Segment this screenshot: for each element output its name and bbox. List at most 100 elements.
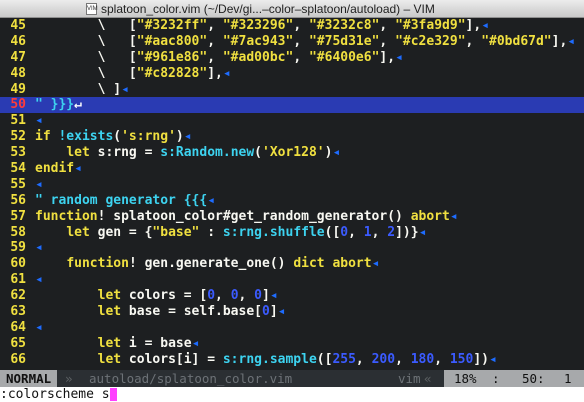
status-colon: : (492, 371, 500, 386)
line-number: 57 (10, 208, 26, 224)
code-line[interactable]: 46 \ ["#aac800", "#7ac943", "#75d31e", "… (0, 34, 584, 50)
end-of-line-marker: ◂ (35, 319, 43, 335)
end-of-line-marker: ◂ (489, 351, 497, 367)
code-line[interactable]: 61 ◂ (0, 272, 584, 288)
code-line[interactable]: 66 let colors[i] = s:rng.sample([255, 20… (0, 352, 584, 368)
line-number: 58 (10, 224, 26, 240)
line-number: 63 (10, 304, 26, 320)
code-line[interactable]: 55 ◂ (0, 177, 584, 193)
line-number: 62 (10, 288, 26, 304)
end-of-line-marker: ◂ (269, 288, 278, 304)
status-line: NORMAL » autoload/splatoon_color.vim vim… (0, 370, 584, 387)
line-code: let i = base (97, 335, 192, 351)
line-code: if !exists('s:rng') (35, 129, 184, 145)
status-separator-right: « (424, 371, 432, 386)
line-number: 56 (10, 192, 26, 208)
line-number: 49 (10, 81, 26, 97)
editor-buffer[interactable]: 45 \ ["#3232ff", "#323296", "#3232c8", "… (0, 18, 584, 370)
code-line[interactable]: 62 let colors = [0, 0, 0]◂ (0, 288, 584, 304)
end-of-line-marker: ◂ (183, 129, 192, 145)
line-code: let base = self.base[0] (97, 304, 278, 320)
command-text: :colorscheme s (0, 387, 110, 402)
end-of-line-marker: ◂ (567, 33, 576, 49)
end-of-line-marker: ◂ (332, 145, 341, 161)
status-filename: autoload/splatoon_color.vim (89, 371, 293, 386)
line-number: 50 (10, 97, 26, 113)
end-of-line-marker: ◂ (74, 161, 82, 177)
line-number: 54 (10, 161, 26, 177)
line-code: \ ["#aac800", "#7ac943", "#75d31e", "#c2… (35, 33, 568, 49)
end-of-line-marker: ◂ (371, 256, 380, 272)
end-of-line-marker: ◂ (207, 192, 216, 208)
code-line[interactable]: 64 ◂ (0, 320, 584, 336)
code-line[interactable]: 48 \ ["#c82828"],◂ (0, 66, 584, 82)
code-line[interactable]: 57 function! splatoon_color#get_random_ge… (0, 209, 584, 225)
end-of-line-marker: ◂ (121, 81, 129, 97)
code-line[interactable]: 59 ◂ (0, 240, 584, 256)
line-code: endif (35, 161, 75, 177)
code-line[interactable]: 60 function! gen.generate_one() dict abo… (0, 256, 584, 272)
line-number: 64 (10, 319, 26, 335)
mode-indicator: NORMAL (0, 370, 58, 387)
line-number: 51 (10, 113, 26, 129)
line-code: function! splatoon_color#get_random_gene… (35, 208, 450, 224)
code-lines: 45 \ ["#3232ff", "#323296", "#3232c8", "… (0, 18, 584, 368)
line-code: let colors = [0, 0, 0] (97, 288, 270, 304)
line-code: \ ["#961e86", "#ad00bc", "#6400e6"], (35, 49, 396, 65)
line-code: " }}} (35, 97, 75, 113)
code-line[interactable]: 47 \ ["#961e86", "#ad00bc", "#6400e6"],◂ (0, 50, 584, 66)
command-line[interactable]: :colorscheme s (0, 387, 584, 402)
line-number: 65 (10, 335, 26, 351)
end-of-line-marker: ◂ (481, 18, 490, 33)
document-icon[interactable]: VIM (86, 3, 98, 15)
end-of-line-marker: ◂ (418, 224, 427, 240)
end-of-line-marker: ◂ (395, 49, 403, 65)
window-titlebar: VIM splatoon_color.vim (~/Dev/gi...–colo… (0, 0, 584, 18)
line-number: 47 (10, 49, 26, 65)
code-line[interactable]: 45 \ ["#3232ff", "#323296", "#3232c8", "… (0, 18, 584, 34)
end-of-line-marker: ◂ (222, 65, 231, 81)
code-line[interactable]: 54 endif◂ (0, 161, 584, 177)
line-number: 59 (10, 240, 26, 256)
line-code: let gen = {"base" : s:rng.shuffle([0, 1,… (66, 224, 419, 240)
line-number: 66 (10, 351, 26, 367)
line-number: 55 (10, 176, 26, 192)
end-of-line-marker: ↵ (74, 97, 82, 113)
line-code: \ ["#c82828"], (35, 65, 223, 81)
code-line[interactable]: 52 if !exists('s:rng')◂ (0, 129, 584, 145)
line-code: \ ] (35, 81, 122, 97)
code-line[interactable]: 50 " }}}↵ (0, 97, 584, 114)
code-line[interactable]: 56 " random generator {{{◂ (0, 193, 584, 209)
code-line[interactable]: 65 let i = base◂ (0, 336, 584, 352)
code-line[interactable]: 51 ◂ (0, 113, 584, 129)
end-of-line-marker: ◂ (35, 113, 43, 129)
line-code: function! gen.generate_one() dict abort (66, 256, 372, 272)
line-code: let s:rng = s:Random.new('Xor128') (66, 145, 333, 161)
end-of-line-marker: ◂ (35, 240, 43, 256)
status-line-number: 50: (522, 371, 545, 386)
code-line[interactable]: 58 let gen = {"base" : s:rng.shuffle([0,… (0, 225, 584, 241)
line-code: \ ["#3232ff", "#323296", "#3232c8", "#3f… (35, 18, 482, 33)
line-number: 61 (10, 272, 26, 288)
window-title: splatoon_color.vim (~/Dev/gi...–color–sp… (101, 2, 435, 16)
line-number: 53 (10, 145, 26, 161)
text-cursor (109, 388, 117, 401)
code-line[interactable]: 49 \ ]◂ (0, 82, 584, 98)
end-of-line-marker: ◂ (449, 208, 458, 224)
status-filetype: vim (398, 371, 421, 386)
line-number: 46 (10, 33, 26, 49)
end-of-line-marker: ◂ (35, 176, 43, 192)
end-of-line-marker: ◂ (191, 335, 200, 351)
line-number: 60 (10, 256, 26, 272)
end-of-line-marker: ◂ (35, 272, 43, 288)
status-position: 18% : 50: 1 (444, 370, 584, 387)
code-line[interactable]: 63 let base = self.base[0]◂ (0, 304, 584, 320)
line-number: 45 (10, 18, 26, 33)
status-separator-left: » (65, 371, 73, 386)
status-column-number: 1 (564, 371, 572, 386)
status-percent: 18% (454, 371, 477, 386)
line-number: 52 (10, 129, 26, 145)
end-of-line-marker: ◂ (277, 304, 286, 320)
code-line[interactable]: 53 let s:rng = s:Random.new('Xor128')◂ (0, 145, 584, 161)
line-number: 48 (10, 65, 26, 81)
